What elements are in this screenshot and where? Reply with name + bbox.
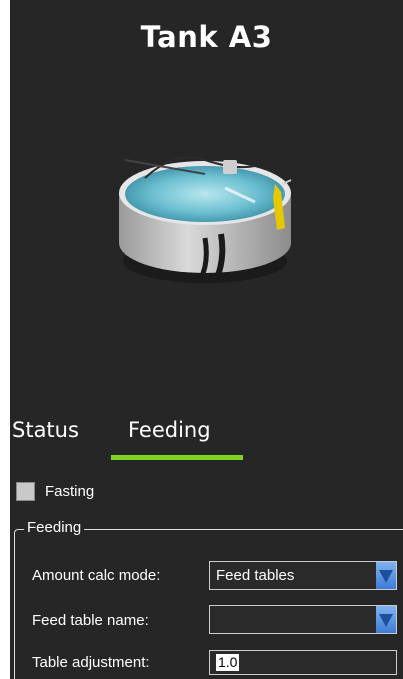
tab-feeding[interactable]: Feeding [128,418,211,442]
tank-image [119,156,292,283]
amount-calc-mode-select[interactable]: Feed tables [209,561,397,590]
fasting-checkbox[interactable] [16,482,35,501]
tab-status[interactable]: Status [12,418,79,442]
feed-table-name-dropdown-button[interactable] [376,606,396,633]
tab-feeding-selected-indicator [111,455,243,460]
feeding-group-legend: Feeding [24,519,85,536]
amount-calc-mode-value: Feed tables [216,567,295,584]
table-adjustment-input[interactable]: 1.0 [209,650,397,675]
amount-calc-mode-label: Amount calc mode: [32,567,161,584]
chevron-down-icon [379,570,393,583]
table-adjustment-label: Table adjustment: [32,654,150,671]
amount-calc-mode-dropdown-button[interactable] [376,562,396,589]
chevron-down-icon [379,614,393,627]
fasting-label: Fasting [45,483,95,500]
tank-panel: Tank A3 Status Feeding Fasting Feeding A… [10,0,403,679]
tank-title: Tank A3 [140,20,273,54]
feed-table-name-select[interactable] [209,605,397,634]
feed-table-name-label: Feed table name: [32,612,149,629]
table-adjustment-value: 1.0 [216,654,240,671]
